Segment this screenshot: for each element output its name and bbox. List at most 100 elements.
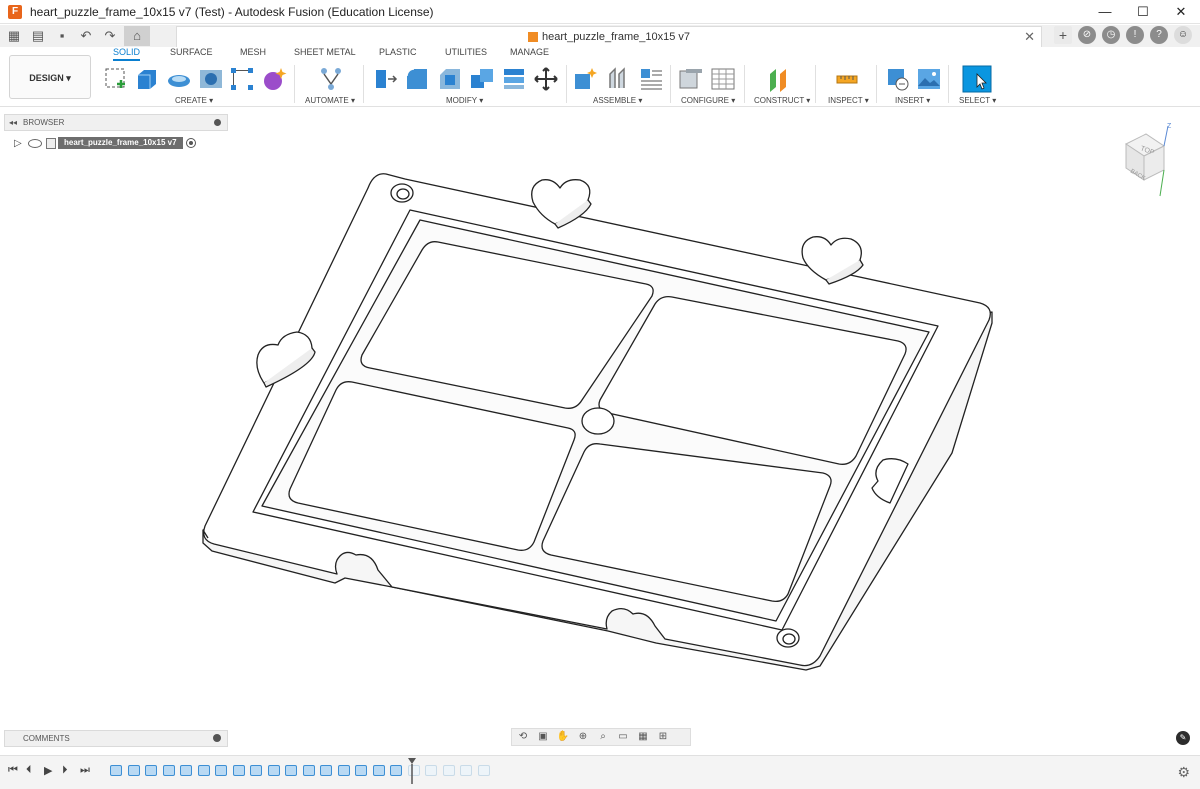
timeline-feature[interactable] [267, 765, 280, 776]
timeline-feature[interactable] [180, 765, 192, 776]
pin-icon[interactable] [214, 119, 221, 126]
timeline-feature[interactable] [197, 765, 210, 776]
combine-icon[interactable] [469, 66, 495, 92]
offset-plane-icon[interactable] [767, 66, 793, 92]
look-at-icon[interactable]: ▣ [536, 731, 550, 743]
timeline-marker[interactable] [408, 758, 416, 784]
timeline-feature[interactable] [477, 765, 490, 776]
assistant-icon[interactable]: ✎ [1176, 731, 1190, 745]
tab-plastic[interactable]: PLASTIC [379, 47, 417, 57]
activate-radio-icon[interactable] [185, 138, 196, 148]
timeline-feature[interactable] [460, 765, 472, 776]
tab-manage[interactable]: MANAGE [510, 47, 549, 57]
extrude-icon[interactable] [134, 66, 160, 92]
construct-group-label[interactable]: CONSTRUCT ▾ [754, 96, 810, 105]
collapse-icon[interactable]: ◂◂ [9, 118, 17, 127]
create-group-label[interactable]: CREATE ▾ [175, 96, 213, 105]
add-comment-icon[interactable] [213, 734, 221, 742]
viewports-icon[interactable]: ⊞ [656, 731, 670, 743]
shell-icon[interactable] [501, 66, 527, 92]
timeline-feature[interactable] [250, 765, 262, 776]
create-form-icon[interactable] [261, 66, 287, 92]
user-avatar[interactable]: ☺ [1174, 26, 1192, 44]
step-forward-icon[interactable]: ⏵ [62, 764, 68, 777]
tab-utilities[interactable]: UTILITIES [445, 47, 487, 57]
timeline-feature[interactable] [127, 765, 140, 776]
configure-icon[interactable] [678, 66, 704, 92]
browser-root-node[interactable]: ▷ heart_puzzle_frame_10x15 v7 [14, 136, 196, 150]
bill-of-materials-icon[interactable] [638, 66, 664, 92]
configuration-table-icon[interactable] [710, 66, 736, 92]
timeline-feature[interactable] [372, 765, 385, 776]
expand-triangle-icon[interactable]: ▷ [14, 138, 28, 149]
select-group-label[interactable]: SELECT ▾ [959, 96, 996, 105]
zoom-icon[interactable]: ⊕ [576, 731, 590, 743]
chamfer-icon[interactable] [437, 66, 463, 92]
press-pull-icon[interactable] [372, 66, 398, 92]
assemble-group-label[interactable]: ASSEMBLE ▾ [593, 96, 642, 105]
new-component-icon[interactable] [573, 66, 599, 92]
root-component-label[interactable]: heart_puzzle_frame_10x15 v7 [58, 137, 183, 149]
go-to-start-icon[interactable]: ⏮ [8, 764, 18, 777]
workspace-switcher[interactable]: DESIGN ▾ [9, 55, 91, 99]
insert-group-label[interactable]: INSERT ▾ [895, 96, 930, 105]
revolve-icon[interactable] [166, 66, 192, 92]
tab-mesh[interactable]: MESH [240, 47, 266, 57]
viewcube[interactable]: TOP BACK Z [1118, 120, 1178, 200]
timeline-feature[interactable] [442, 765, 455, 776]
automate-group-label[interactable]: AUTOMATE ▾ [305, 96, 355, 105]
file-menu-icon[interactable]: ▤ [28, 26, 48, 46]
data-panel-grid-icon[interactable]: ▦ [4, 26, 24, 46]
display-settings-icon[interactable]: ▭ [616, 731, 630, 743]
close-button[interactable]: ✕ [1162, 0, 1200, 24]
create-sketch-icon[interactable] [103, 66, 129, 92]
undo-icon[interactable]: ↶ [76, 26, 96, 46]
grid-settings-icon[interactable]: ▦ [636, 731, 650, 743]
model-viewport[interactable] [0, 108, 1200, 730]
redo-icon[interactable]: ↷ [100, 26, 120, 46]
tab-solid[interactable]: SOLID [113, 47, 141, 61]
help-icon[interactable]: ? [1150, 26, 1168, 44]
fit-zoom-icon[interactable]: ⌕ [596, 731, 610, 743]
timeline-feature[interactable] [337, 765, 350, 776]
timeline-feature[interactable] [145, 765, 157, 776]
hole-icon[interactable] [198, 66, 224, 92]
pattern-icon[interactable] [229, 66, 255, 92]
visibility-eye-icon[interactable] [28, 138, 42, 148]
timeline-feature[interactable] [355, 765, 367, 776]
browser-panel-header[interactable]: ◂◂ BROWSER [4, 114, 228, 131]
home-icon[interactable]: ⌂ [124, 26, 150, 46]
measure-icon[interactable] [834, 66, 860, 92]
timeline-feature[interactable] [215, 765, 227, 776]
document-tab[interactable]: heart_puzzle_frame_10x15 v7 ✕ [176, 26, 1042, 47]
tab-surface[interactable]: SURFACE [170, 47, 213, 57]
minimize-button[interactable]: — [1086, 0, 1124, 24]
timeline-feature[interactable] [110, 765, 122, 776]
new-tab-icon[interactable]: + [1054, 26, 1072, 44]
timeline-feature[interactable] [162, 765, 175, 776]
move-copy-icon[interactable] [533, 66, 559, 92]
orbit-icon[interactable]: ⟲ [516, 731, 530, 743]
close-tab-icon[interactable]: ✕ [1024, 29, 1035, 45]
modify-group-label[interactable]: MODIFY ▾ [446, 96, 483, 105]
maximize-button[interactable]: ☐ [1124, 0, 1162, 24]
insert-canvas-icon[interactable] [916, 66, 942, 92]
timeline-feature[interactable] [425, 765, 437, 776]
timeline-feature[interactable] [302, 765, 315, 776]
automate-icon[interactable] [318, 66, 344, 92]
joint-icon[interactable] [606, 66, 632, 92]
play-icon[interactable]: ▶ [44, 764, 52, 777]
notifications-icon[interactable]: ! [1126, 26, 1144, 44]
timeline-feature[interactable] [320, 765, 332, 776]
comments-panel-header[interactable]: COMMENTS [4, 730, 228, 747]
extensions-icon[interactable]: ⊘ [1078, 26, 1096, 44]
inspect-group-label[interactable]: INSPECT ▾ [828, 96, 869, 105]
tab-sheet-metal[interactable]: SHEET METAL [294, 47, 356, 57]
timeline-feature[interactable] [285, 765, 297, 776]
select-icon[interactable] [962, 65, 992, 93]
configure-group-label[interactable]: CONFIGURE ▾ [681, 96, 735, 105]
step-back-icon[interactable]: ⏴ [26, 764, 32, 777]
insert-derive-icon[interactable] [885, 66, 911, 92]
pan-hand-icon[interactable]: ✋ [556, 731, 570, 743]
timeline-feature[interactable] [232, 765, 245, 776]
